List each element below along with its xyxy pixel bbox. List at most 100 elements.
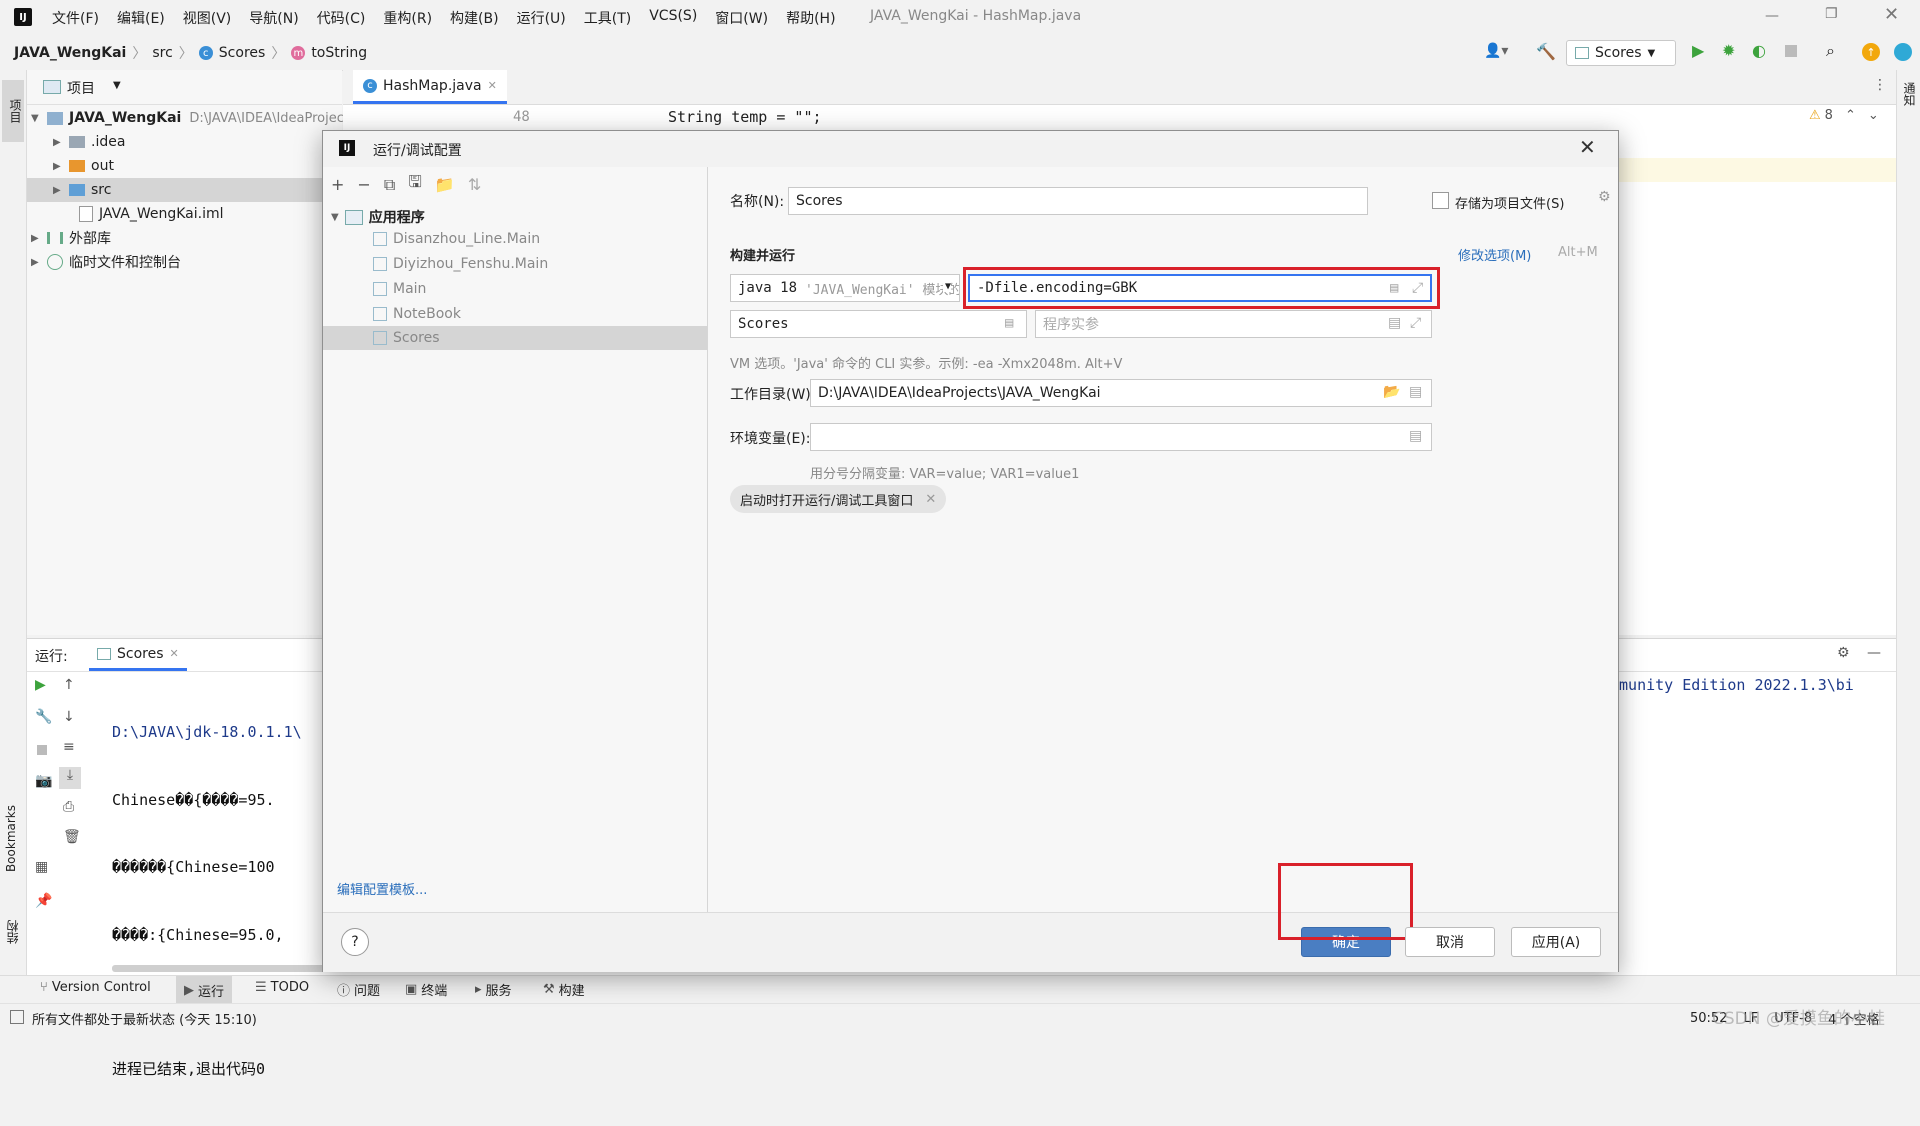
close-chip-icon[interactable]: ✕ bbox=[925, 492, 936, 507]
update-icon[interactable]: ↑ bbox=[1862, 43, 1880, 61]
gear-icon[interactable]: ⚙ bbox=[1837, 645, 1850, 661]
tree-root-application[interactable]: ▼ 应用程序 bbox=[331, 207, 425, 227]
tree-config-item-selected[interactable]: Scores bbox=[323, 326, 707, 350]
project-panel-title[interactable]: 项目 bbox=[67, 78, 95, 98]
structure-tool-button[interactable]: 结构 bbox=[4, 920, 21, 944]
menu-help[interactable]: 帮助(H) bbox=[786, 8, 835, 28]
build-hammer-icon[interactable]: 🔨 bbox=[1536, 42, 1556, 61]
stop-icon[interactable] bbox=[1785, 45, 1797, 57]
expand-icon[interactable]: ⤢ bbox=[1410, 315, 1421, 331]
chevron-down-icon[interactable]: ▼ bbox=[113, 80, 121, 91]
remove-icon[interactable]: − bbox=[357, 175, 370, 194]
menu-file[interactable]: 文件(F) bbox=[52, 8, 99, 28]
tree-config-item[interactable]: Disanzhou_Line.Main bbox=[373, 231, 540, 247]
down-arrow-icon[interactable]: ↓ bbox=[63, 709, 75, 725]
rerun-icon[interactable]: ▶ bbox=[35, 677, 46, 693]
new-folder-icon[interactable]: 📁 bbox=[435, 175, 455, 194]
breadcrumb-class[interactable]: Scores bbox=[219, 45, 266, 61]
camera-icon[interactable]: 📷 bbox=[35, 773, 52, 789]
save-icon[interactable]: 🖫 bbox=[408, 171, 422, 198]
menu-build[interactable]: 构建(B) bbox=[450, 8, 499, 28]
version-control-tool[interactable]: ⑂ Version Control bbox=[40, 980, 151, 995]
pin-icon[interactable]: 📌 bbox=[35, 893, 52, 909]
tree-item-external-libs[interactable]: ▶ 外部库 bbox=[31, 226, 111, 250]
menu-edit[interactable]: 编辑(E) bbox=[117, 8, 165, 28]
run-icon[interactable]: ▶ bbox=[1692, 41, 1704, 60]
debug-icon[interactable]: ✹ bbox=[1722, 41, 1735, 60]
edit-templates-link[interactable]: 编辑配置模板... bbox=[337, 879, 427, 898]
run-config-select[interactable]: Scores ▼ bbox=[1566, 40, 1676, 66]
modify-options-link[interactable]: 修改选项(M) bbox=[1458, 245, 1531, 264]
breadcrumb-folder[interactable]: src bbox=[152, 45, 172, 61]
print-icon[interactable]: ⎙ bbox=[63, 799, 74, 815]
plugin-logo-icon[interactable] bbox=[1894, 43, 1912, 61]
menu-run[interactable]: 运行(U) bbox=[517, 8, 566, 28]
up-arrow-icon[interactable]: ↑ bbox=[63, 677, 75, 693]
build-tool[interactable]: ⚒ 构建 bbox=[543, 980, 585, 999]
search-icon[interactable]: ⌕ bbox=[1826, 41, 1835, 61]
stop-icon[interactable] bbox=[37, 745, 47, 755]
open-tool-window-chip[interactable]: 启动时打开运行/调试工具窗口 ✕ bbox=[730, 485, 947, 513]
menu-refactor[interactable]: 重构(R) bbox=[383, 8, 432, 28]
wrench-icon[interactable]: 🔧 bbox=[35, 709, 52, 725]
menu-tools[interactable]: 工具(T) bbox=[584, 8, 631, 28]
terminal-tool[interactable]: ▣ 终端 bbox=[405, 980, 447, 999]
sort-icon[interactable]: ⇅ bbox=[468, 175, 481, 194]
hide-panel-icon[interactable]: — bbox=[1867, 645, 1881, 661]
tree-config-item[interactable]: Main bbox=[373, 281, 426, 297]
clipboard-icon[interactable]: ▤ bbox=[1388, 315, 1401, 331]
browse-icon[interactable]: ▤ bbox=[1005, 315, 1013, 331]
tree-config-item[interactable]: Diyizhou_Fenshu.Main bbox=[373, 256, 548, 272]
cancel-button[interactable]: 取消 bbox=[1405, 927, 1495, 957]
close-tab-icon[interactable]: ✕ bbox=[170, 647, 179, 660]
menu-vcs[interactable]: VCS(S) bbox=[649, 8, 697, 28]
maximize-button[interactable]: ❐ bbox=[1825, 6, 1838, 22]
coverage-icon[interactable]: ◐ bbox=[1752, 41, 1766, 60]
tree-item-idea[interactable]: ▶ .idea bbox=[53, 130, 125, 154]
minimize-button[interactable]: — bbox=[1765, 8, 1785, 24]
trash-icon[interactable]: 🗑 bbox=[63, 829, 81, 845]
tree-config-item[interactable]: NoteBook bbox=[373, 306, 461, 322]
store-checkbox[interactable] bbox=[1432, 192, 1449, 209]
clipboard-icon[interactable]: ▤ bbox=[1409, 384, 1422, 400]
breadcrumb-method[interactable]: toString bbox=[311, 45, 367, 61]
apply-button[interactable]: 应用(A) bbox=[1511, 927, 1601, 957]
soft-wrap-icon[interactable]: ≡ bbox=[63, 739, 75, 755]
add-icon[interactable]: + bbox=[331, 175, 344, 194]
close-dialog-button[interactable]: ✕ bbox=[1579, 135, 1596, 159]
editor-tab[interactable]: c HashMap.java ✕ bbox=[353, 70, 507, 104]
tree-item-scratches[interactable]: ▶ 临时文件和控制台 bbox=[31, 250, 181, 274]
menu-code[interactable]: 代码(C) bbox=[317, 8, 366, 28]
problems-tool[interactable]: ⓘ 问题 bbox=[337, 980, 380, 999]
close-tab-icon[interactable]: ✕ bbox=[488, 79, 497, 92]
scroll-to-end-icon[interactable]: ⤓ bbox=[59, 767, 81, 789]
tree-item-iml[interactable]: JAVA_WengKai.iml bbox=[79, 202, 224, 226]
bookmarks-tool-button[interactable]: Bookmarks bbox=[4, 805, 18, 872]
help-button[interactable]: ? bbox=[341, 928, 369, 956]
user-icon[interactable]: 👤▾ bbox=[1484, 43, 1508, 59]
menu-view[interactable]: 视图(V) bbox=[183, 8, 232, 28]
program-args-input[interactable]: 程序实参 ▤ ⤢ bbox=[1035, 310, 1432, 338]
breadcrumb-project[interactable]: JAVA_WengKai bbox=[14, 45, 126, 61]
jdk-select[interactable]: java 18 'JAVA_WengKai' 模块的 ▼ bbox=[730, 274, 960, 302]
workdir-input[interactable]: D:\JAVA\IDEA\IdeaProjects\JAVA_WengKai 📂… bbox=[810, 379, 1432, 407]
folder-icon[interactable]: 📂 bbox=[1383, 384, 1400, 400]
main-class-input[interactable]: Scores ▤ bbox=[730, 310, 1027, 338]
services-tool[interactable]: ▸ 服务 bbox=[475, 980, 512, 999]
env-input[interactable]: ▤ bbox=[810, 423, 1432, 451]
name-input[interactable]: Scores bbox=[788, 187, 1368, 215]
notifications-tool-button[interactable]: 通知 bbox=[1901, 82, 1918, 106]
clipboard-icon[interactable]: ▤ bbox=[1409, 428, 1422, 444]
tree-item-src[interactable]: ▶ src bbox=[27, 178, 342, 202]
close-window-button[interactable]: ✕ bbox=[1884, 4, 1899, 25]
menu-window[interactable]: 窗口(W) bbox=[715, 8, 768, 28]
inspection-widget[interactable]: ⚠ 8 ⌃ ⌄ bbox=[1809, 108, 1879, 123]
tree-item-out[interactable]: ▶ out bbox=[53, 154, 114, 178]
run-tab[interactable]: Scores ✕ bbox=[89, 639, 187, 671]
run-tool[interactable]: ▶ 运行 bbox=[176, 976, 233, 1004]
menu-navigate[interactable]: 导航(N) bbox=[249, 8, 298, 28]
more-options-icon[interactable]: ⋮ bbox=[1873, 77, 1887, 93]
project-tool-button[interactable]: 项目 bbox=[2, 80, 24, 142]
gear-icon[interactable]: ⚙ bbox=[1598, 189, 1611, 205]
todo-tool[interactable]: ☰ TODO bbox=[255, 980, 309, 995]
